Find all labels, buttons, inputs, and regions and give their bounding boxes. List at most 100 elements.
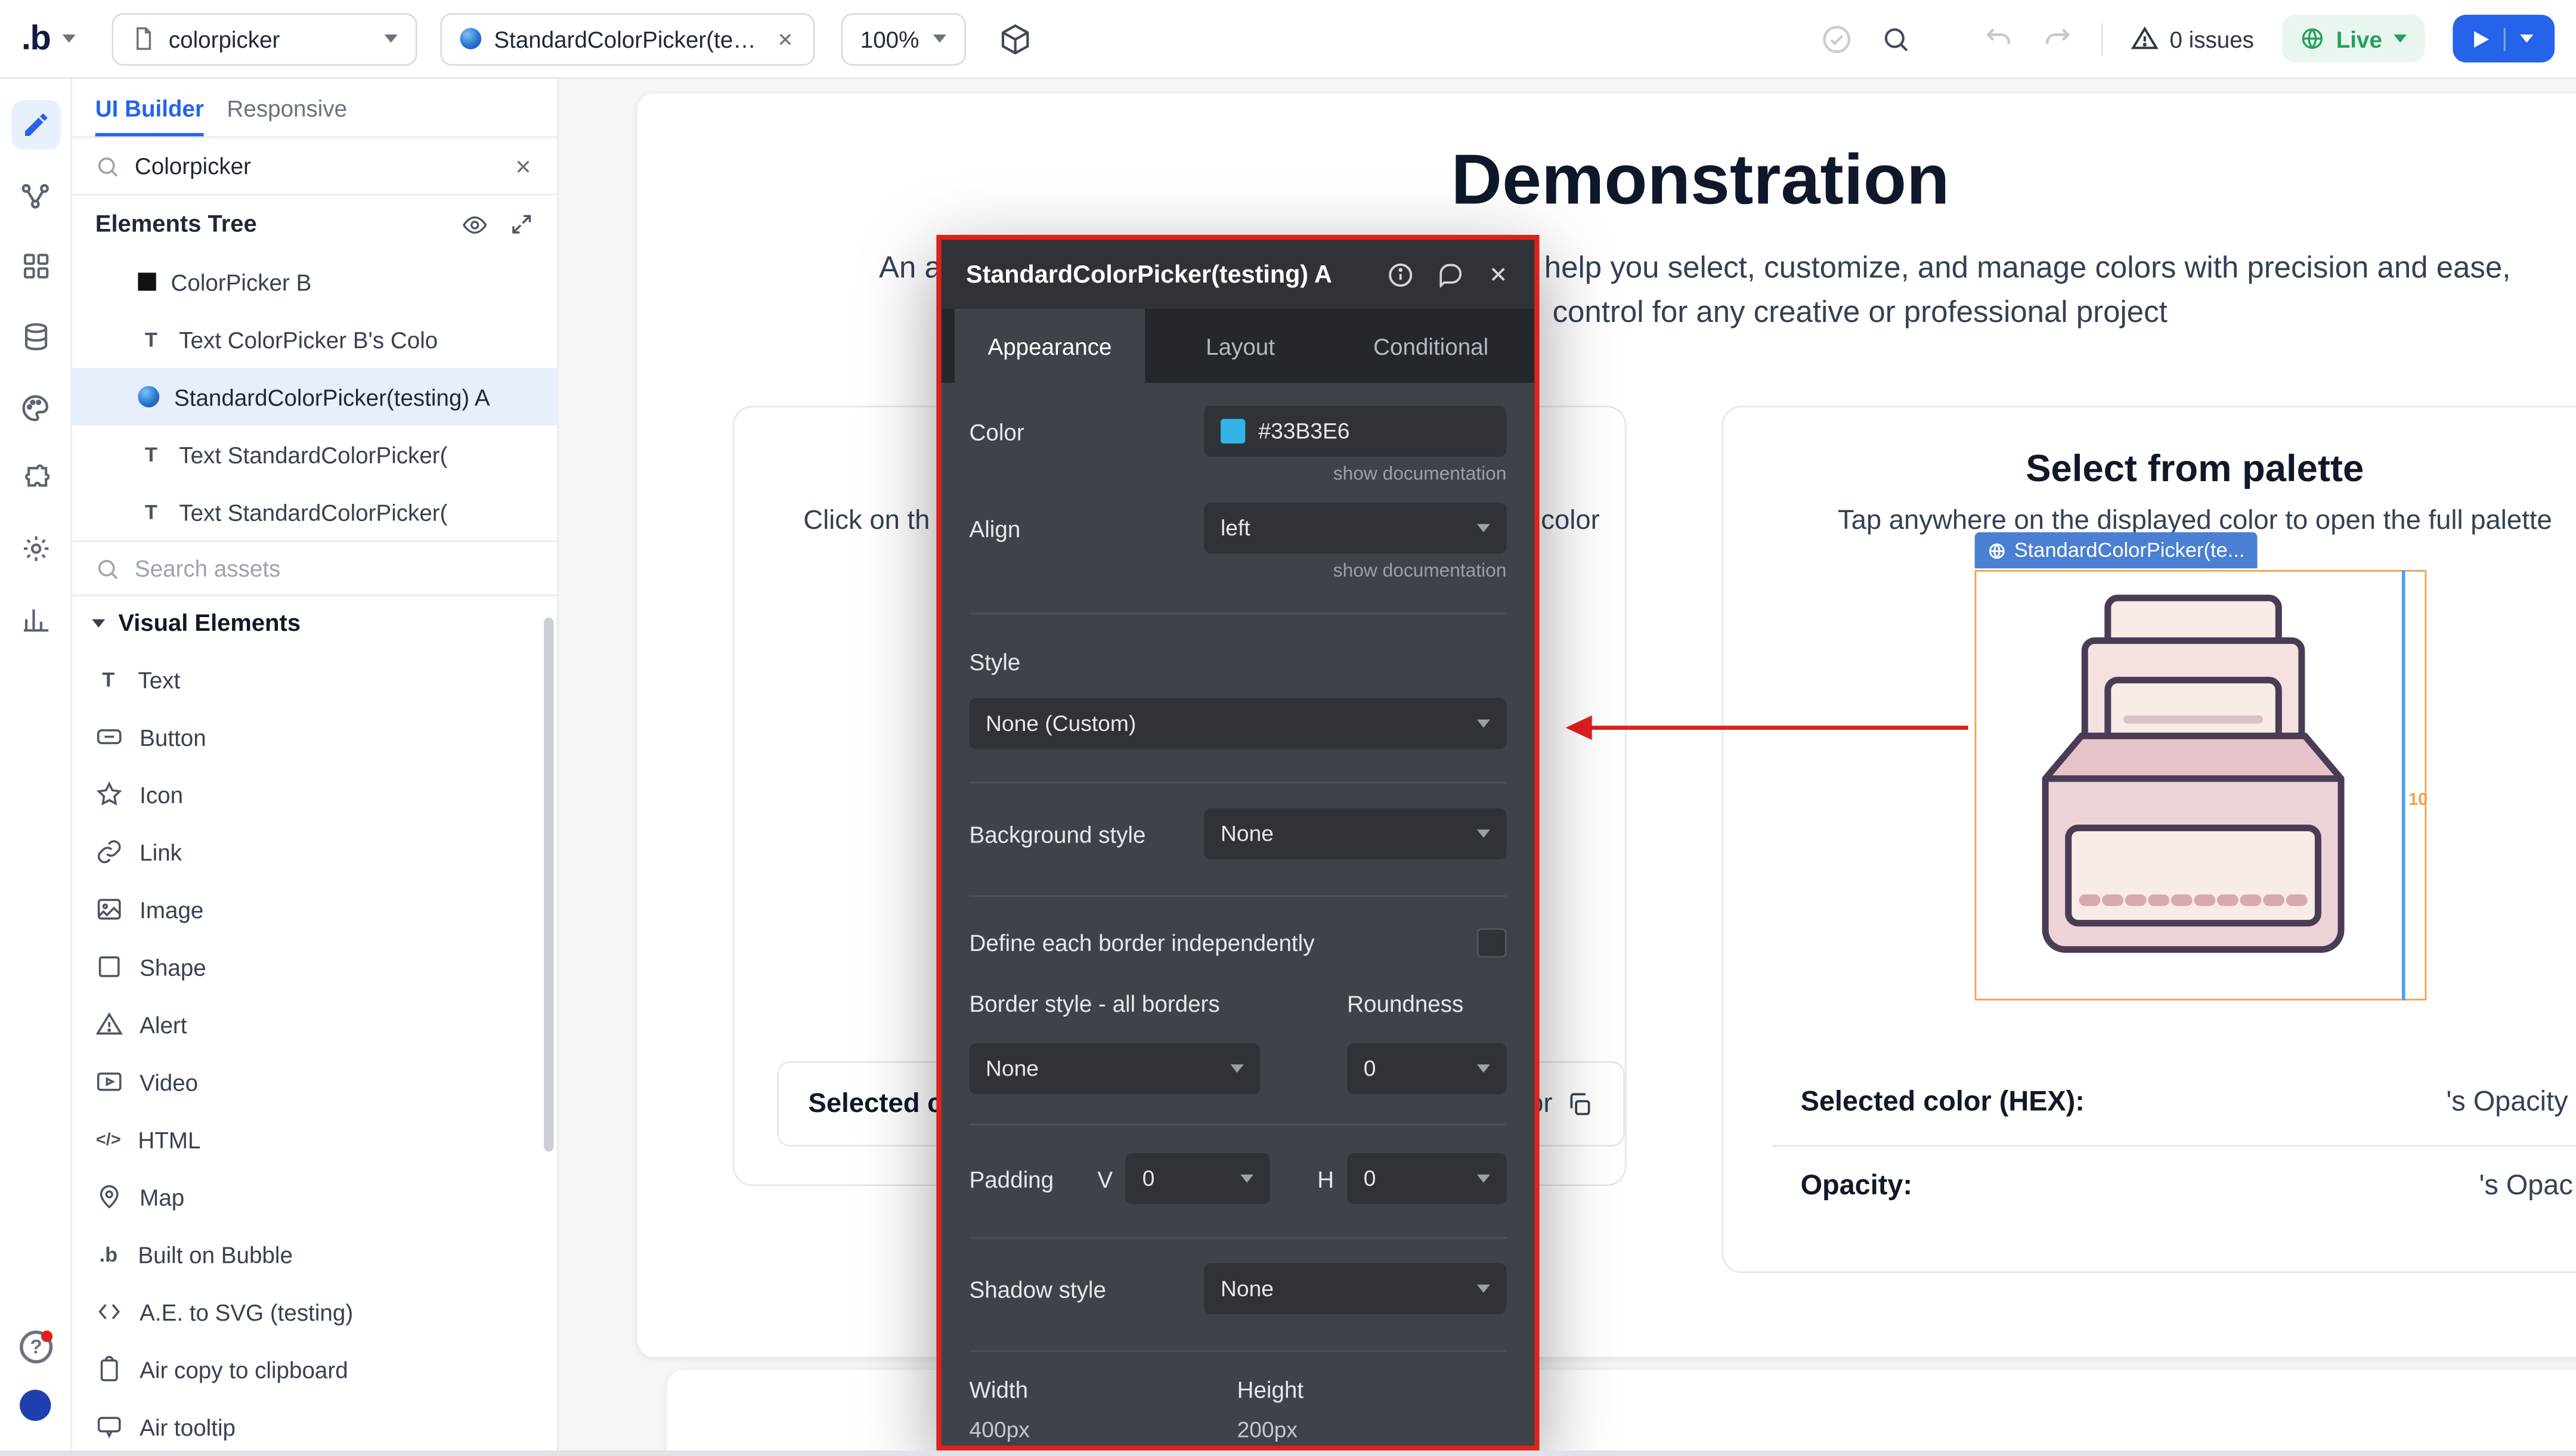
padding-label: Padding — [970, 1166, 1098, 1192]
roundness-dropdown[interactable]: 0 — [1347, 1043, 1506, 1093]
selected-element-badge[interactable]: StandardColorPicker(te... — [1975, 532, 2258, 569]
height-label: Height — [1237, 1377, 1304, 1403]
width-value: 400px — [970, 1418, 1237, 1442]
padding-v-dropdown[interactable]: 0 — [1126, 1153, 1270, 1204]
design-canvas[interactable]: Demonstration An a help you select, cust… — [559, 79, 2576, 1456]
intro-text-fragment-right[interactable]: help you select, customize, and manage c… — [1544, 250, 2511, 286]
tab-ui-builder[interactable]: UI Builder — [95, 79, 204, 136]
navigation-rail: ? — [0, 79, 72, 1456]
hex-value-fragment: 's Opacity — [2446, 1086, 2568, 1119]
element-tab[interactable]: StandardColorPicker(testin... — [439, 13, 814, 65]
palette-item-air-tooltip[interactable]: Air tooltip — [72, 1398, 557, 1455]
design-tab-button[interactable] — [11, 100, 60, 150]
clear-search-icon[interactable] — [513, 155, 534, 176]
data-tab-button[interactable] — [11, 312, 60, 361]
divider — [2101, 22, 2103, 55]
border-style-dropdown[interactable]: None — [970, 1043, 1261, 1093]
palette-icon — [20, 392, 51, 423]
plugins-tab-button[interactable] — [11, 453, 60, 503]
border-independent-checkbox[interactable] — [1477, 928, 1507, 958]
palette-item-label: Text — [138, 666, 180, 692]
issues-indicator[interactable]: 0 issues — [2130, 24, 2254, 52]
close-tab-icon[interactable] — [775, 29, 795, 48]
divider — [970, 1350, 1507, 1352]
visual-elements-section-header[interactable]: Visual Elements — [72, 596, 557, 650]
undo-icon[interactable] — [1982, 23, 2013, 54]
tab-responsive[interactable]: Responsive — [227, 79, 348, 136]
divider — [970, 613, 1507, 615]
colorpicker-placeholder-illustration[interactable] — [2012, 585, 2374, 987]
logo-menu-chevron-icon[interactable] — [62, 35, 75, 43]
roundness-label: Roundness — [1347, 990, 1506, 1017]
show-documentation-link[interactable]: show documentation — [970, 562, 1507, 581]
help-button[interactable]: ? — [20, 1331, 52, 1364]
preview-button[interactable] — [2453, 15, 2555, 63]
expand-icon[interactable] — [509, 211, 534, 236]
border-style-value: None — [986, 1057, 1039, 1081]
palette-item-air-copy[interactable]: Air copy to clipboard — [72, 1340, 557, 1398]
shadow-style-value: None — [1221, 1277, 1274, 1301]
zoom-value: 100% — [860, 26, 919, 52]
element-search[interactable]: Colorpicker — [72, 138, 557, 195]
palette-item-shape[interactable]: Shape — [72, 938, 557, 995]
close-icon[interactable] — [1487, 263, 1510, 286]
tab-layout[interactable]: Layout — [1145, 309, 1336, 383]
zoom-selector[interactable]: 100% — [841, 13, 965, 65]
palette-item-button[interactable]: Button — [72, 708, 557, 765]
panel-scrollbar[interactable] — [544, 618, 554, 1151]
align-dropdown[interactable]: left — [1204, 503, 1506, 553]
palette-item-text[interactable]: T Text — [72, 650, 557, 708]
user-avatar[interactable] — [20, 1390, 51, 1421]
page-selector[interactable]: colorpicker — [111, 13, 416, 65]
palette-item-alert[interactable]: Alert — [72, 996, 557, 1053]
tree-item-standardcolorpicker[interactable]: StandardColorPicker(testing) A — [72, 368, 557, 425]
palette-item-ae-to-svg[interactable]: A.E. to SVG (testing) — [72, 1283, 557, 1340]
elements-tree-title: Elements Tree — [95, 211, 257, 237]
logs-tab-button[interactable] — [11, 594, 60, 644]
intro-text-fragment-left[interactable]: An a — [879, 250, 942, 286]
intro-text-line2[interactable]: control for any creative or professional… — [1553, 294, 2168, 330]
redo-icon[interactable] — [2042, 23, 2073, 54]
tree-item-colorpicker-b[interactable]: ColorPicker B — [72, 253, 557, 310]
settings-tab-button[interactable] — [11, 524, 60, 574]
eye-icon[interactable] — [462, 211, 488, 237]
info-icon[interactable] — [1386, 261, 1414, 289]
tree-item-text-standard-1[interactable]: T Text StandardColorPicker( — [72, 426, 557, 483]
palette-item-icon[interactable]: Icon — [72, 766, 557, 823]
tab-conditional[interactable]: Conditional — [1336, 309, 1527, 383]
palette-item-label: Built on Bubble — [138, 1241, 292, 1267]
background-style-dropdown[interactable]: None — [1204, 808, 1506, 859]
chevron-down-icon — [1477, 1064, 1490, 1073]
tree-item-text-colorpicker[interactable]: T Text ColorPicker B's Colo — [72, 311, 557, 368]
tab-appearance[interactable]: Appearance — [955, 309, 1145, 383]
palette-item-video[interactable]: Video — [72, 1053, 557, 1110]
bubble-logo[interactable]: .b — [21, 19, 51, 58]
chevron-down-icon — [1477, 524, 1490, 532]
palette-item-link[interactable]: Link — [72, 823, 557, 880]
color-swatch[interactable] — [1221, 419, 1245, 444]
shadow-style-dropdown[interactable]: None — [1204, 1263, 1506, 1314]
search-icon[interactable] — [1881, 24, 1911, 54]
color-input[interactable]: #33B3E6 — [1204, 406, 1506, 457]
pages-tab-button[interactable] — [11, 241, 60, 291]
palette-item-image[interactable]: Image — [72, 881, 557, 938]
border-style-label: Border style - all borders — [970, 990, 1220, 1017]
workflow-tab-button[interactable] — [11, 171, 60, 221]
copy-icon[interactable] — [1566, 1090, 1594, 1118]
tree-item-text-standard-2[interactable]: T Text StandardColorPicker( — [72, 483, 557, 540]
palette-item-built-on-bubble[interactable]: .b Built on Bubble — [72, 1225, 557, 1282]
palette-item-map[interactable]: Map — [72, 1168, 557, 1225]
component-cube-icon[interactable] — [998, 22, 1031, 55]
styles-tab-button[interactable] — [11, 383, 60, 432]
comment-icon[interactable] — [1438, 261, 1464, 287]
style-dropdown[interactable]: None (Custom) — [970, 698, 1507, 749]
horizontal-scrollbar[interactable] — [0, 1451, 2576, 1456]
property-editor-header[interactable]: StandardColorPicker(testing) A — [942, 240, 1535, 309]
palette-item-html[interactable]: </> HTML — [72, 1110, 557, 1167]
padding-h-dropdown[interactable]: 0 — [1347, 1153, 1506, 1204]
page-title[interactable]: Demonstration — [637, 141, 2576, 222]
assets-search[interactable]: Search assets — [72, 540, 557, 596]
show-documentation-link[interactable]: show documentation — [970, 465, 1507, 485]
live-environment-selector[interactable]: Live — [2282, 15, 2425, 63]
chevron-down-icon — [1477, 829, 1490, 838]
